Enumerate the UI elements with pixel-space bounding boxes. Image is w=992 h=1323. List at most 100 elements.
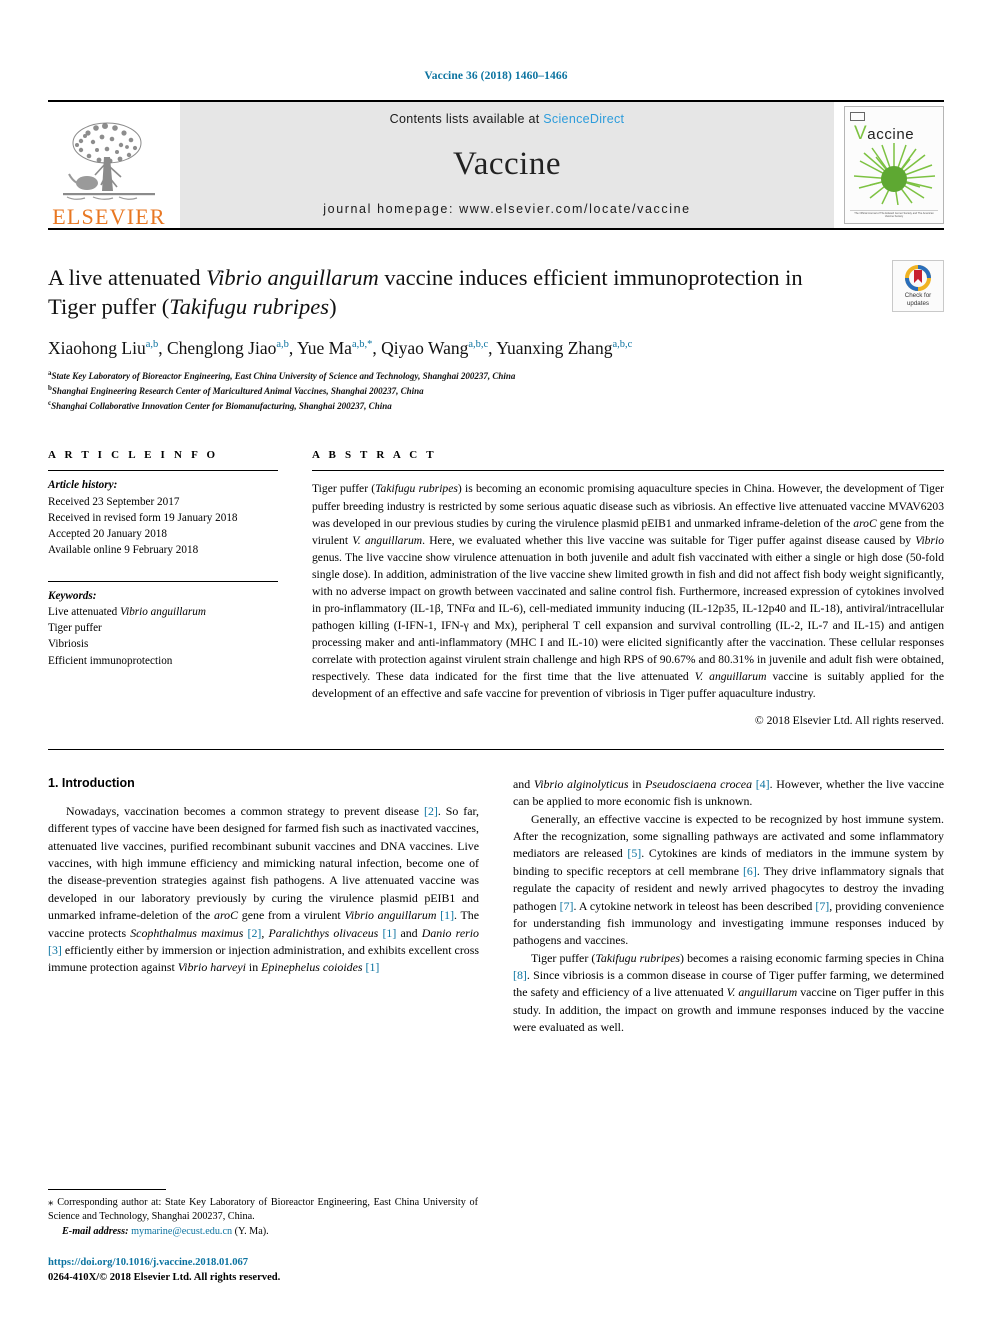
author-affil-marks: a,b,c (468, 338, 489, 350)
author[interactable]: Yue Maa,b,* (297, 338, 372, 358)
issn-copyright: 0264-410X/© 2018 Elsevier Ltd. All right… (48, 1271, 281, 1283)
affiliation-item: cShanghai Collaborative Innovation Cente… (48, 398, 944, 413)
email-suffix: (Y. Ma). (232, 1225, 269, 1237)
keywords-rule (48, 580, 278, 582)
author-affil-marks: a,b,c (612, 338, 633, 350)
para-seg: Tiger puffer ( (531, 950, 596, 965)
author[interactable]: Xiaohong Liua,b (48, 338, 158, 358)
email-note: E-mail address: mymarine@ecust.edu.cn (Y… (48, 1225, 478, 1239)
citation-ref[interactable]: [2] (248, 926, 262, 940)
species-name: Paralichthys olivaceus (268, 925, 379, 940)
journal-banner: Contents lists available at ScienceDirec… (180, 102, 834, 228)
species-name: V. anguillarum (726, 985, 798, 1000)
abstract-genus: Vibrio (915, 533, 944, 547)
affiliation-list: aState Key Laboratory of Bioreactor Engi… (48, 368, 944, 413)
para-seg: gene from a virulent (238, 908, 345, 923)
article-page: Vaccine 36 (2018) 1460–1466 ELSEVIER Con… (0, 0, 992, 1323)
corresponding-author-note: ⁎ Corresponding author at: State Key Lab… (48, 1195, 478, 1225)
citation-ref[interactable]: [5] (627, 846, 641, 860)
abstract-seg: Tiger puffer ( (312, 482, 376, 496)
species-name: Vibrio alginolyticus (533, 776, 629, 791)
email-label: E-mail address: (62, 1225, 129, 1237)
para-seg: . A cytokine network in teleost has been… (573, 898, 816, 913)
author[interactable]: Chenglong Jiaoa,b (167, 338, 289, 358)
citation-ref[interactable]: [2] (424, 804, 438, 818)
author-name: Xiaohong Liu (48, 337, 146, 358)
author-sep: , (372, 337, 382, 358)
para-seg: in (628, 776, 646, 791)
elsevier-logo: ELSEVIER (48, 102, 170, 228)
keyword-item: Tiger puffer (48, 622, 102, 635)
citation-ref[interactable]: [3] (48, 943, 62, 957)
author-affil-marks: a,b,* (351, 338, 373, 350)
species-name: Danio rerio (421, 925, 479, 940)
abstract-text: Tiger puffer (Takifugu rubripes) is beco… (312, 480, 944, 701)
abstract-gene: aroC (853, 516, 877, 530)
intro-paragraph-2: Generally, an effective vaccine is expec… (513, 811, 944, 950)
doi-block: https://doi.org/10.1016/j.vaccine.2018.0… (48, 1256, 478, 1285)
keywords-label: Keywords: (48, 589, 97, 602)
crossmark-badge[interactable]: Check for updates (892, 260, 944, 312)
title-part-1: A live attenuated (48, 265, 207, 290)
affiliation-item: bShanghai Engineering Research Center of… (48, 383, 944, 398)
author[interactable]: Qiyao Wanga,b,c (381, 338, 488, 358)
page-title: A live attenuated Vibrio anguillarum vac… (48, 264, 808, 322)
para-seg: . So far, different types of vaccine hav… (48, 803, 480, 923)
elsevier-wordmark: ELSEVIER (52, 204, 166, 229)
affiliation-text: Shanghai Engineering Research Center of … (51, 386, 424, 397)
citation-ref[interactable]: [1] (382, 926, 396, 940)
doi-link[interactable]: https://doi.org/10.1016/j.vaccine.2018.0… (48, 1256, 478, 1270)
abstract-heading: A B S T R A C T (312, 449, 437, 462)
species-name: Scophthalmus maximus (130, 925, 244, 940)
title-block: Check for updates A live attenuated Vibri… (48, 260, 944, 413)
title-species-1: Vibrio anguillarum (206, 265, 379, 290)
citation-ref[interactable]: [7] (560, 899, 574, 913)
affiliation-item: aState Key Laboratory of Bioreactor Engi… (48, 368, 944, 383)
author-name: Yue Ma (297, 337, 352, 358)
para-seg: and (396, 925, 422, 940)
masthead-bottom-rule (48, 228, 944, 230)
article-info-column: A R T I C L E I N F O Article history: R… (48, 449, 278, 726)
abstract-species: V. anguillarum (694, 669, 767, 683)
history-item: Available online 9 February 2018 (48, 544, 199, 557)
citation-ref[interactable]: [1] (366, 960, 380, 974)
cover-society-badge (850, 112, 865, 121)
keyword-italic: Vibrio anguillarum (120, 605, 206, 618)
body-column-right: and Vibrio alginolyticus in Pseudosciaen… (513, 776, 944, 1037)
intro-paragraph-1: Nowadays, vaccination becomes a common s… (48, 803, 479, 977)
para-seg: Nowadays, vaccination becomes a common s… (66, 803, 424, 818)
journal-masthead: ELSEVIER Contents lists available at Sci… (48, 100, 944, 228)
running-head: Vaccine 36 (2018) 1460–1466 (424, 70, 568, 82)
sciencedirect-link[interactable]: ScienceDirect (543, 112, 624, 126)
keyword-item: Vibriosis (48, 638, 89, 651)
cover-title: Vaccine (854, 124, 938, 143)
footnote-rule (48, 1188, 166, 1190)
crossmark-icon (905, 265, 931, 292)
journal-homepage-line[interactable]: journal homepage: www.elsevier.com/locat… (323, 202, 690, 216)
title-species-2: Takifugu rubripes (169, 293, 330, 319)
para-seg: ) becomes a raising economic farming spe… (679, 950, 944, 965)
abstract-seg: genus. The live vaccine show virulence a… (312, 550, 944, 683)
history-item: Received 23 September 2017 (48, 495, 180, 508)
citation-ref[interactable]: [7] (815, 899, 829, 913)
email-link[interactable]: mymarine@ecust.edu.cn (131, 1226, 232, 1237)
citation-ref[interactable]: [1] (440, 908, 454, 922)
cover-footer-text: The Official Journal of The Edward Jenne… (850, 210, 938, 218)
affiliation-text: State Key Laboratory of Bioreactor Engin… (51, 371, 516, 382)
citation-ref[interactable]: [8] (513, 968, 527, 982)
author-name: Chenglong Jiao (167, 337, 277, 358)
affiliation-text: Shanghai Collaborative Innovation Center… (51, 401, 392, 412)
author-name: Qiyao Wang (381, 337, 469, 358)
citation-ref[interactable]: [6] (743, 864, 757, 878)
author-list: Xiaohong Liua,b, Chenglong Jiaoa,b, Yue … (48, 337, 944, 360)
abstract-species: V. anguillarum (352, 533, 423, 547)
footnote-area: ⁎ Corresponding author at: State Key Lab… (48, 1188, 478, 1285)
author[interactable]: Yuanxing Zhanga,b,c (496, 338, 632, 358)
author-sep: , (158, 337, 167, 358)
article-info-heading: A R T I C L E I N F O (48, 449, 219, 462)
species-name: Pseudosciaena crocea (645, 776, 753, 791)
body-column-left: 1. Introduction Nowadays, vaccination be… (48, 776, 479, 1037)
intro-paragraph-3: Tiger puffer (Takifugu rubripes) becomes… (513, 950, 944, 1037)
citation-ref[interactable]: [4] (756, 777, 770, 791)
cover-title-initial: V (854, 123, 868, 144)
